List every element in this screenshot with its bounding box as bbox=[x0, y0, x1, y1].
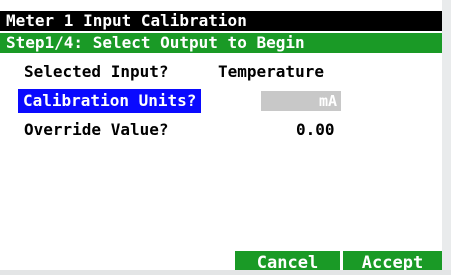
window-edge-bottom bbox=[0, 270, 451, 275]
calibration-units-label: Calibration Units? bbox=[18, 89, 202, 113]
calibration-units-field[interactable]: mA bbox=[261, 91, 341, 111]
screen-title: Meter 1 Input Calibration bbox=[0, 11, 442, 31]
step-instruction-bar: Step1/4: Select Output to Begin bbox=[0, 33, 442, 53]
window-edge-right bbox=[442, 0, 451, 275]
override-value-label: Override Value? bbox=[24, 120, 169, 139]
field-row-override-value[interactable]: Override Value? 0.00 bbox=[0, 118, 442, 142]
selected-input-value: Temperature bbox=[218, 62, 324, 81]
field-row-selected-input[interactable]: Selected Input? Temperature bbox=[0, 60, 442, 84]
selected-input-label: Selected Input? bbox=[24, 62, 169, 81]
calibration-screen: Meter 1 Input Calibration Step1/4: Selec… bbox=[0, 0, 451, 275]
override-value: 0.00 bbox=[296, 120, 335, 139]
field-row-calibration-units[interactable]: Calibration Units? mA bbox=[0, 89, 442, 113]
